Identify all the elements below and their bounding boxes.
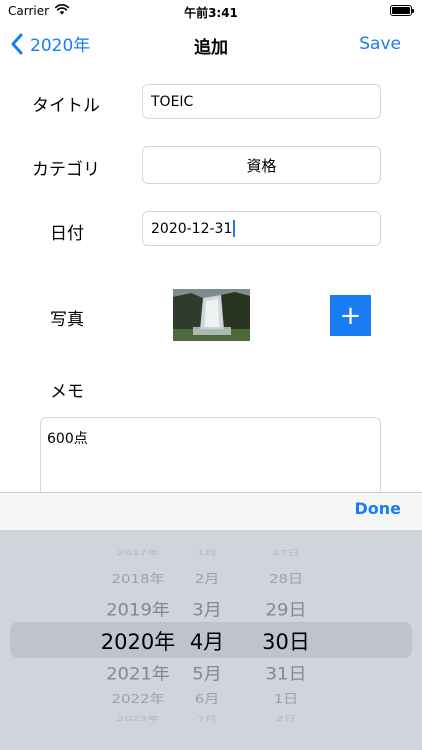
chevron-left-icon [11,33,23,54]
title-input[interactable]: TOEIC [142,84,381,119]
picker-year-option[interactable]: 2022年 [90,690,186,708]
title-label: タイトル [32,96,100,116]
navigation-bar: 2020年 追加 Save [0,22,422,66]
date-value: 2020-12-31 [151,220,233,237]
back-button[interactable]: 2020年 [10,31,90,56]
picker-month-option[interactable]: 3月 [184,597,230,622]
category-label: カテゴリ [32,160,100,180]
picker-day-option[interactable]: 31日 [256,661,316,686]
picker-day-selected[interactable]: 30日 [256,626,316,656]
picker-day-option[interactable]: 2日 [256,714,316,723]
battery-icon [390,5,414,16]
picker-month-option[interactable]: 7月 [184,714,230,723]
picker-day-option[interactable]: 27日 [256,548,316,557]
add-photo-button[interactable]: + [330,295,371,336]
picker-day-option[interactable]: 28日 [256,570,316,588]
date-picker[interactable]: 2017年 2018年 2019年 2020年 2021年 2022年 2023年 1月 2月 3… [0,530,422,750]
category-select[interactable]: 資格 [142,146,381,184]
picker-month-option[interactable]: 2月 [184,570,230,588]
status-time: 午前3:41 [184,6,238,20]
picker-toolbar: Done [0,492,422,530]
done-button[interactable]: Done [354,499,401,518]
back-button-label: 2020年 [30,36,91,56]
picker-month-option[interactable]: 6月 [184,690,230,708]
picker-month-option[interactable]: 5月 [184,661,230,686]
memo-label: メモ [50,382,84,402]
picker-year-option[interactable]: 2018年 [90,570,186,588]
waterfall-image [173,289,250,341]
date-label: 日付 [50,224,84,244]
picker-year-option[interactable]: 2023年 [90,714,186,723]
picker-year-option[interactable]: 2017年 [90,548,186,557]
photo-label: 写真 [50,310,84,330]
picker-year-selected[interactable]: 2020年 [90,626,186,656]
picker-month-option[interactable]: 1月 [184,548,230,557]
status-bar: Carrier 午前3:41 [0,0,422,22]
picker-day-option[interactable]: 29日 [256,597,316,622]
picker-year-option[interactable]: 2019年 [90,597,186,622]
picker-month-selected[interactable]: 4月 [184,626,230,656]
save-button[interactable]: Save [359,34,401,54]
date-input[interactable]: 2020-12-31 [142,211,381,246]
text-cursor [233,220,236,237]
photo-thumbnail[interactable] [173,289,250,341]
picker-year-option[interactable]: 2021年 [90,661,186,686]
picker-day-option[interactable]: 1日 [256,690,316,708]
